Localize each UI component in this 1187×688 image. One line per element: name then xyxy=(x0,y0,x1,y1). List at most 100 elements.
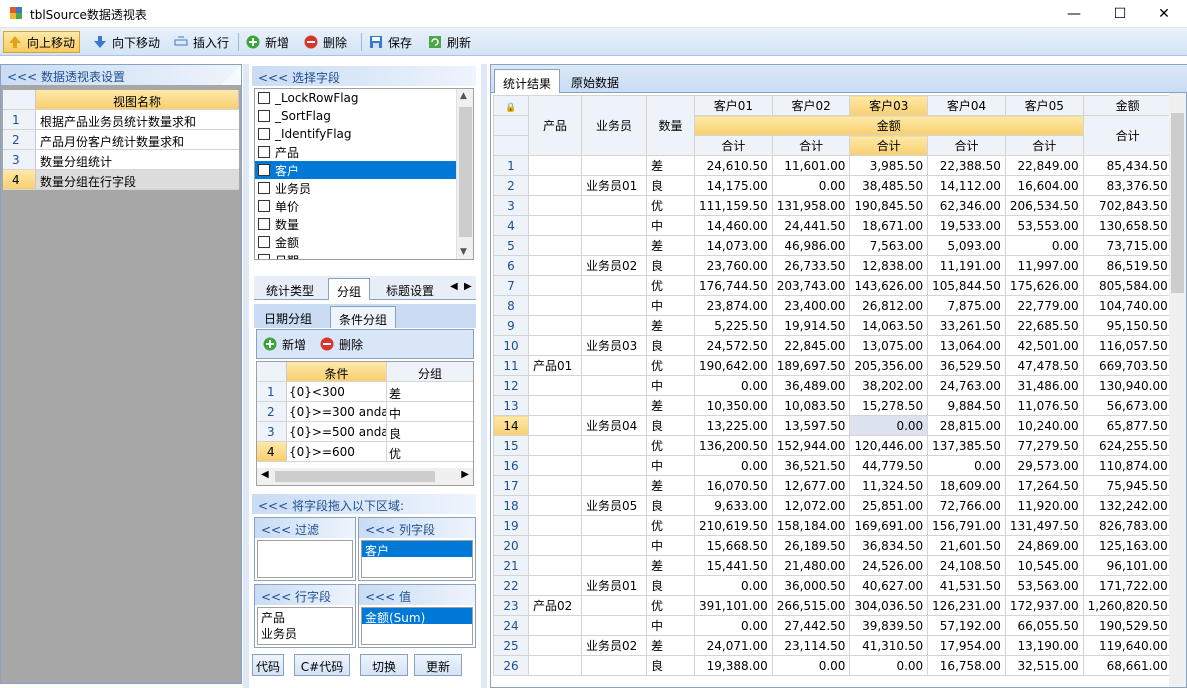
salesman-cell[interactable] xyxy=(581,355,647,376)
row-index[interactable]: 24 xyxy=(493,615,529,636)
group-cell[interactable]: 优 xyxy=(387,442,473,461)
field-checkbox[interactable] xyxy=(258,146,270,158)
product-cell[interactable] xyxy=(528,475,582,496)
row-index[interactable]: 19 xyxy=(493,515,529,536)
group-cell[interactable]: 中 xyxy=(387,402,473,421)
qty-group-cell[interactable]: 中 xyxy=(646,455,695,476)
condition-cell[interactable]: {0}>=300 andals xyxy=(287,402,387,421)
value-cell[interactable]: 25,851.00 xyxy=(849,495,929,516)
salesman-cell[interactable] xyxy=(581,195,647,216)
qty-group-cell[interactable]: 中 xyxy=(646,215,695,236)
field-item[interactable]: _IdentifyFlag xyxy=(255,125,473,143)
value-cell[interactable]: 669,703.50 xyxy=(1082,355,1173,376)
value-cell[interactable]: 169,691.00 xyxy=(849,515,929,536)
product-header[interactable]: 产品 xyxy=(528,95,582,156)
value-cell[interactable]: 624,255.50 xyxy=(1082,435,1173,456)
product-cell[interactable] xyxy=(528,215,582,236)
salesman-cell[interactable] xyxy=(581,315,647,336)
value-cell[interactable]: 10,350.00 xyxy=(694,395,773,416)
condition-row[interactable]: 4 {0}>=600 优 xyxy=(257,442,473,462)
value-cell[interactable]: 17,954.00 xyxy=(927,635,1006,656)
value-cell[interactable]: 18,671.00 xyxy=(849,215,929,236)
value-cell[interactable]: 47,478.50 xyxy=(1004,355,1084,376)
customer-header[interactable]: 客户05 xyxy=(1004,95,1084,116)
add-button[interactable]: 新增 xyxy=(242,31,293,53)
value-cell[interactable]: 11,601.00 xyxy=(771,155,851,176)
condition-grid-scrollbar[interactable]: ◀ ▶ xyxy=(257,468,473,485)
qty-group-cell[interactable]: 差 xyxy=(646,635,695,656)
value-cell[interactable]: 32,515.00 xyxy=(1004,655,1084,676)
qty-group-cell[interactable]: 优 xyxy=(646,275,695,296)
product-cell[interactable] xyxy=(528,455,582,476)
value-cell[interactable]: 206,534.50 xyxy=(1004,195,1084,216)
salesman-cell[interactable] xyxy=(581,555,647,576)
product-cell[interactable] xyxy=(528,255,582,276)
value-cell[interactable]: 22,779.00 xyxy=(1004,295,1084,316)
salesman-cell[interactable]: 业务员04 xyxy=(581,415,647,436)
value-cell[interactable]: 22,845.00 xyxy=(771,335,851,356)
value-cell[interactable]: 391,101.00 xyxy=(694,595,773,616)
value-cell[interactable]: 10,083.50 xyxy=(771,395,851,416)
product-cell[interactable]: 产品01 xyxy=(528,355,582,376)
maximize-icon[interactable]: ☐ xyxy=(1097,0,1143,28)
qty-group-cell[interactable]: 优 xyxy=(646,195,695,216)
salesman-cell[interactable] xyxy=(581,475,647,496)
qty-group-cell[interactable]: 差 xyxy=(646,315,695,336)
grand-total-header[interactable]: 合计 xyxy=(1082,115,1173,156)
right-splitter[interactable] xyxy=(481,64,487,688)
value-cell[interactable]: 14,460.00 xyxy=(694,215,773,236)
field-item[interactable]: 金额 xyxy=(255,233,473,251)
total-header[interactable]: 合计 xyxy=(771,135,851,156)
row-index[interactable]: 14 xyxy=(493,415,529,436)
value-cell[interactable]: 19,914.50 xyxy=(771,315,851,336)
customer-header[interactable]: 客户01 xyxy=(694,95,773,116)
value-cell[interactable]: 66,055.50 xyxy=(1004,615,1084,636)
qty-group-cell[interactable]: 中 xyxy=(646,375,695,396)
value-cell[interactable]: 24,441.50 xyxy=(771,215,851,236)
column-field-item[interactable]: 客户 xyxy=(362,541,472,558)
value-cell[interactable]: 36,834.50 xyxy=(849,535,929,556)
qty-group-cell[interactable]: 优 xyxy=(646,595,695,616)
tab-group[interactable]: 分组 xyxy=(328,278,371,300)
value-cell[interactable]: 143,626.00 xyxy=(849,275,929,296)
value-cell[interactable]: 13,064.00 xyxy=(927,335,1006,356)
tab-stat-result[interactable]: 统计结果 xyxy=(494,69,561,93)
value-cell[interactable]: 205,356.00 xyxy=(849,355,929,376)
qty-group-cell[interactable]: 良 xyxy=(646,255,695,276)
value-cell[interactable]: 5,225.50 xyxy=(694,315,773,336)
value-cell[interactable]: 36,000.50 xyxy=(771,575,851,596)
field-checkbox[interactable] xyxy=(258,218,270,230)
qty-group-cell[interactable]: 优 xyxy=(646,435,695,456)
tab-scroll-right-icon[interactable]: ▶ xyxy=(464,281,472,292)
salesman-cell[interactable] xyxy=(581,395,647,416)
value-cell[interactable]: 13,190.00 xyxy=(1004,635,1084,656)
value-cell[interactable]: 189,697.50 xyxy=(771,355,851,376)
salesman-cell[interactable] xyxy=(581,155,647,176)
view-row[interactable]: 3 数量分组统计 xyxy=(3,150,239,170)
value-cell[interactable]: 19,533.00 xyxy=(927,215,1006,236)
value-cell[interactable]: 96,101.00 xyxy=(1082,555,1173,576)
value-cell[interactable]: 137,385.50 xyxy=(927,435,1006,456)
value-cell[interactable]: 28,815.00 xyxy=(927,415,1006,436)
value-cell[interactable]: 31,486.00 xyxy=(1004,375,1084,396)
salesman-cell[interactable] xyxy=(581,435,647,456)
view-name-cell[interactable]: 数量分组统计 xyxy=(36,150,239,169)
salesman-cell[interactable] xyxy=(581,295,647,316)
product-cell[interactable]: 产品02 xyxy=(528,595,582,616)
qty-group-cell[interactable]: 差 xyxy=(646,395,695,416)
salesman-header[interactable]: 业务员 xyxy=(581,95,647,156)
select-field-header[interactable]: <<< 选择字段 xyxy=(252,66,476,86)
value-cell[interactable]: 24,071.00 xyxy=(694,635,773,656)
value-cell[interactable]: 132,242.00 xyxy=(1082,495,1173,516)
value-cell[interactable]: 18,609.00 xyxy=(927,475,1006,496)
value-cell[interactable]: 7,563.00 xyxy=(849,235,929,256)
value-cell[interactable]: 190,529.50 xyxy=(1082,615,1173,636)
product-cell[interactable] xyxy=(528,375,582,396)
product-cell[interactable] xyxy=(528,615,582,636)
value-cell[interactable]: 0.00 xyxy=(694,615,773,636)
qty-group-cell[interactable]: 良 xyxy=(646,495,695,516)
value-cell[interactable]: 36,489.00 xyxy=(771,375,851,396)
condition-column-header[interactable]: 条件 xyxy=(287,362,387,381)
view-settings-header[interactable]: <<< 数据透视表设置 xyxy=(1,65,241,85)
row-index[interactable]: 13 xyxy=(493,395,529,416)
